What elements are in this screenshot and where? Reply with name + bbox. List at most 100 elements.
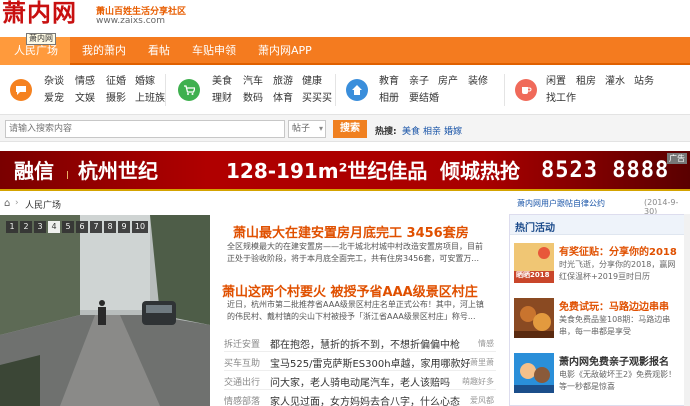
category-link[interactable]: 杂谈 [44, 76, 64, 88]
category-link[interactable]: 教育 [379, 76, 399, 88]
category-link[interactable]: 美食 [212, 76, 232, 88]
search-input[interactable] [5, 120, 285, 138]
featured-photo[interactable] [0, 215, 210, 406]
category-link[interactable]: 买买买 [302, 93, 332, 105]
news-category[interactable]: 交通出行 [224, 375, 260, 388]
category-link[interactable]: 站务 [634, 76, 654, 88]
category-link[interactable]: 闲置 [546, 76, 566, 88]
slider-dot[interactable]: 6 [76, 221, 88, 233]
headline-summary: 正处于验收阶段，将于本月底全面完工，共有住房3456套，可安置万... [227, 254, 479, 263]
slider-dot[interactable]: 2 [20, 221, 32, 233]
banner-slogan: 倾城热抢 [440, 159, 520, 183]
category-link[interactable]: 婚嫁 [135, 76, 155, 88]
breadcrumb[interactable]: 人民广场 [25, 198, 61, 211]
news-category[interactable]: 情感部落 [224, 394, 260, 406]
notice-link[interactable]: 萧内网用户跟帖自律公约 [517, 198, 605, 209]
house-icon[interactable] [346, 79, 368, 101]
category-link[interactable]: 体育 [273, 93, 293, 105]
hot-search-word[interactable]: 美食 [402, 124, 420, 137]
news-tag[interactable]: 爱风都 [470, 395, 494, 406]
speech-bubble-icon[interactable] [10, 79, 32, 101]
category-divider [504, 74, 505, 106]
news-tag[interactable]: 萌趣好多 [462, 376, 494, 387]
category-link[interactable]: 房产 [438, 76, 458, 88]
headline-summary: 的伟民村、戴村镇的尖山下村被授予「浙江省AAA级景区村庄」称号... [227, 312, 476, 321]
category-link[interactable]: 情感 [75, 76, 95, 88]
main-nav: 人民广场 我的萧内 看帖 车贴申领 萧内网APP [0, 37, 690, 65]
category-link[interactable]: 汽车 [243, 76, 263, 88]
breadcrumb-separator-icon: › [15, 198, 19, 208]
movie-poster-icon[interactable] [514, 353, 554, 393]
slider-dot[interactable]: 9 [118, 221, 130, 233]
news-link[interactable]: 宝马525/雷克萨斯ES300h卓越，家用哪款好 [270, 355, 471, 370]
headline-title[interactable]: 萧山这两个村要火 被授予省AAA级景区村庄 [222, 281, 478, 300]
search-scope-select[interactable]: 帖子 [288, 120, 326, 138]
category-link[interactable]: 租房 [576, 76, 596, 88]
activity-desc: 电影《无敌破坏王2》免费观影！ [559, 370, 677, 379]
category-link[interactable]: 摄影 [106, 93, 126, 105]
ad-tag: 广告 [667, 153, 687, 164]
category-divider [335, 74, 336, 106]
shopping-cart-icon[interactable] [178, 79, 200, 101]
nav-item-my-xiaonei[interactable]: 我的萧内 [82, 37, 126, 65]
category-divider [165, 74, 166, 106]
category-link[interactable]: 健康 [302, 76, 322, 88]
category-link[interactable]: 找工作 [546, 93, 576, 105]
category-link[interactable]: 征婚 [106, 76, 126, 88]
slider-dot[interactable]: 7 [90, 221, 102, 233]
nav-item-car-sticker[interactable]: 车贴申领 [192, 37, 236, 65]
thumb-caption: 晒晒2018 [516, 271, 550, 279]
site-url: www.zaixs.com [96, 16, 165, 26]
activity-title[interactable]: 免费试玩：马路边边串串 [559, 298, 669, 313]
news-link[interactable]: 问大家，老人骑电动尾汽车，老人该赔吗 [270, 374, 450, 389]
activity-desc: 等一秒都是惊喜 [559, 382, 615, 391]
category-link[interactable]: 灌水 [605, 76, 625, 88]
banner-project: 杭州世纪 [78, 159, 158, 183]
site-logo[interactable]: 萧内网 [2, 0, 77, 26]
scrollbar[interactable] [684, 214, 690, 406]
slider-dot[interactable]: 1 [6, 221, 18, 233]
slider-dot[interactable]: 8 [104, 221, 116, 233]
search-button[interactable]: 搜索 [333, 120, 367, 138]
headline-summary: 近日，杭州市第二批推荐省AAA级景区村庄名单正式公布！其中，河上镇 [227, 300, 484, 309]
hot-search-word[interactable]: 相亲 [423, 124, 441, 137]
news-link[interactable]: 都在抱怨，慧折的拆不到，不想折偏偏中枪 [270, 336, 460, 351]
category-link[interactable]: 理财 [212, 93, 232, 105]
slider-dot[interactable]: 3 [34, 221, 46, 233]
slider-dot[interactable]: 10 [132, 221, 148, 233]
news-category[interactable]: 拆迁安置 [224, 337, 260, 350]
food-photo-icon[interactable] [514, 298, 554, 338]
headline-title[interactable]: 萧山最大在建安置房月底完工 3456套房 [233, 222, 469, 241]
category-link[interactable]: 上班族 [135, 93, 165, 105]
tooltip: 萧内网 [26, 33, 56, 45]
ad-banner[interactable]: 融信 | 杭州世纪 128-191m²世纪佳品 倾城热抢 8523 8888 广… [0, 151, 690, 191]
category-link[interactable]: 亲子 [409, 76, 429, 88]
nav-item-posts[interactable]: 看帖 [148, 37, 170, 65]
home-icon[interactable]: ⌂ [4, 198, 10, 209]
news-tag[interactable]: 情感 [478, 338, 494, 349]
category-link[interactable]: 相册 [379, 93, 399, 105]
category-link[interactable]: 装修 [468, 76, 488, 88]
slider-dot-active[interactable]: 4 [48, 221, 60, 233]
slider-dot[interactable]: 5 [62, 221, 74, 233]
category-link[interactable]: 旅游 [273, 76, 293, 88]
banner-phone: 8523 8888 [541, 158, 670, 183]
news-link[interactable]: 家人见过面，女方妈妈去合八字，什么心态 [270, 393, 460, 406]
banner-brand: 融信 [14, 159, 54, 183]
row-divider [224, 370, 496, 371]
news-category[interactable]: 买车互助 [224, 356, 260, 369]
category-link[interactable]: 数码 [243, 93, 263, 105]
activity-title[interactable]: 萧内网免费亲子观影报名 [559, 353, 669, 368]
banner-divider-line [0, 189, 690, 191]
cup-icon[interactable] [515, 79, 537, 101]
news-tag[interactable]: 萧里萧 [470, 357, 494, 368]
hot-search-word[interactable]: 婚嫁 [444, 124, 462, 137]
category-link[interactable]: 要结婚 [409, 93, 439, 105]
activity-desc: 红保温杯+2019亘时日历 [559, 272, 651, 281]
category-link[interactable]: 文娱 [75, 93, 95, 105]
activity-desc: 串，每一串都是享受 [559, 327, 631, 336]
category-link[interactable]: 爱宠 [44, 93, 64, 105]
nav-item-app[interactable]: 萧内网APP [258, 37, 312, 65]
activity-title[interactable]: 有奖征贴：分享你的2018 [559, 243, 677, 258]
activity-desc: 时光飞逝，分享你的2018，赢网 [559, 260, 676, 269]
